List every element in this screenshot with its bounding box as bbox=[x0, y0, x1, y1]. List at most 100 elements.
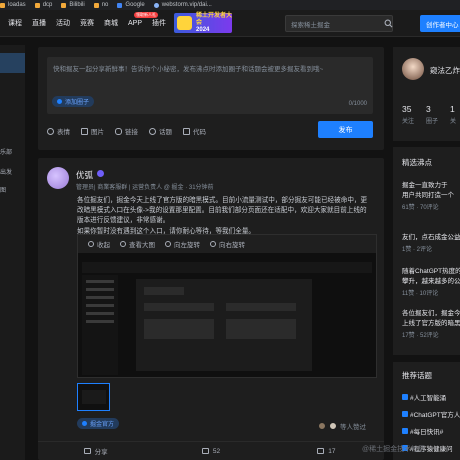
char-counter: 0/1000 bbox=[348, 101, 367, 107]
profile-stats: 35 关注 3 圈子 1关 bbox=[402, 104, 460, 125]
stat-following[interactable]: 35 关注 bbox=[402, 104, 426, 125]
google-icon bbox=[117, 2, 123, 8]
view-large-button[interactable]: 查看大图 bbox=[120, 239, 155, 249]
bookmark-1[interactable]: loadas bbox=[0, 2, 26, 8]
topic-item[interactable]: #人工智能涌 bbox=[402, 392, 446, 402]
verified-icon bbox=[97, 170, 104, 177]
topic-item[interactable]: #每日快讯# bbox=[402, 426, 443, 436]
nav-courses[interactable]: 课程 bbox=[8, 18, 22, 28]
sidebar-item-active[interactable] bbox=[0, 53, 25, 73]
post-actions: 分享 52 17 bbox=[38, 441, 384, 460]
compose-textarea[interactable]: 快和掘友一起分享新鲜事！告诉你个小秘密，发布沸点时添加圈子和话题会被更多掘友看到… bbox=[47, 57, 373, 114]
stat-followers[interactable]: 1关 bbox=[450, 104, 460, 125]
image-button[interactable]: 图片 bbox=[81, 126, 104, 136]
nav-app[interactable]: APP 领取新人礼 bbox=[128, 11, 158, 27]
featured-pins: 精选沸点 掘金一直致力于 用户共同打造一个 61赞 · 70评论 友们，点石成金… bbox=[393, 147, 460, 355]
avatar[interactable] bbox=[47, 167, 69, 189]
featured-pin-item[interactable]: 掘金一直致力于 用户共同打造一个 61赞 · 70评论 bbox=[402, 181, 460, 211]
image-viewer-toolbar: 收起 查看大图 向左旋转 向右旋转 bbox=[78, 235, 376, 253]
comment-button[interactable]: 52 bbox=[153, 442, 268, 460]
topic-button[interactable]: 话题 bbox=[149, 126, 172, 136]
circle-icon bbox=[57, 99, 62, 104]
profile-name[interactable]: 窥法乙炸 bbox=[430, 65, 460, 76]
circle-icon bbox=[82, 421, 87, 426]
featured-pins-title: 精选沸点 bbox=[402, 158, 432, 167]
topic-item[interactable]: #ChatGPT官方人 bbox=[402, 409, 460, 419]
stat-circles[interactable]: 3 圈子 bbox=[426, 104, 450, 125]
folder-icon bbox=[34, 2, 40, 8]
sidebar-item-label[interactable]: 出发 bbox=[0, 167, 12, 176]
nav-contests[interactable]: 竞赛 bbox=[80, 18, 94, 28]
share-icon bbox=[83, 448, 91, 454]
author-name[interactable]: 优弧 bbox=[76, 169, 93, 181]
profile-card: 窥法乙炸 35 关注 3 圈子 1关 bbox=[393, 47, 460, 141]
post-body: 各位掘友们，掘金今天上线了官方版的暗黑模式。目前小流量测试中，部分掘友可能已经被… bbox=[77, 197, 368, 235]
rotate-left-button[interactable]: 向左旋转 bbox=[165, 239, 200, 249]
folder-icon bbox=[61, 2, 67, 8]
rotate-right-icon bbox=[210, 241, 216, 247]
link-button[interactable]: 链接 bbox=[115, 126, 138, 136]
pin-post: 优弧 管理员| 商業客服群 | 运营负责人 @ 掘金 · 31分钟前 各位掘友们… bbox=[38, 158, 384, 460]
banner-image bbox=[177, 16, 193, 30]
author-meta: 管理员| 商業客服群 | 运营负责人 @ 掘金 · 31分钟前 bbox=[76, 185, 214, 191]
watermark: @稀土掘金技术社区 bbox=[362, 446, 426, 453]
image-icon bbox=[81, 127, 88, 135]
emoji-button[interactable]: 表情 bbox=[47, 126, 70, 136]
featured-pin-item[interactable]: 友们，点石成金公益 1赞 · 2评论 bbox=[402, 233, 460, 253]
screenshot-header bbox=[82, 262, 372, 273]
post-image-viewer[interactable]: 收起 查看大图 向左旋转 向右旋转 bbox=[77, 234, 377, 378]
add-circle-button[interactable]: 添加圈子 bbox=[52, 96, 95, 107]
collapse-icon bbox=[88, 241, 94, 247]
sidebar-item-label[interactable]: 乐部 bbox=[0, 147, 12, 156]
zoom-icon bbox=[120, 241, 126, 247]
compose-placeholder: 快和掘友一起分享新鲜事！告诉你个小秘密，发布沸点时添加圈子和话题会被更多掘友看到… bbox=[53, 66, 324, 73]
rotate-left-icon bbox=[165, 241, 171, 247]
left-sidebar: 乐部 出发 图 bbox=[0, 45, 25, 460]
creator-center-button[interactable]: 创作者中心 bbox=[420, 15, 460, 32]
link-icon bbox=[115, 127, 122, 135]
app-badge: 领取新人礼 bbox=[134, 11, 158, 18]
publish-button[interactable]: 发布 bbox=[318, 121, 373, 138]
liker-avatar bbox=[329, 422, 337, 430]
bookmark-4[interactable]: no bbox=[93, 2, 108, 8]
bookmark-6[interactable]: webstorm.vip/dai... bbox=[153, 2, 212, 8]
folder-icon bbox=[93, 2, 99, 8]
emoji-icon bbox=[47, 127, 54, 135]
composer-tools: 表情 图片 链接 话题 代码 bbox=[47, 126, 217, 136]
search-icon[interactable] bbox=[380, 15, 397, 32]
nav-events[interactable]: 活动 bbox=[56, 18, 70, 28]
nav-mall[interactable]: 商城 bbox=[104, 18, 118, 28]
bookmark-3[interactable]: Bilibili bbox=[61, 2, 85, 8]
conference-banner[interactable]: 稀土开发者大会 2024 bbox=[174, 13, 232, 33]
topic-icon bbox=[402, 394, 408, 400]
rotate-right-button[interactable]: 向右旋转 bbox=[210, 239, 245, 249]
collapse-button[interactable]: 收起 bbox=[88, 239, 110, 249]
share-button[interactable]: 分享 bbox=[38, 442, 153, 460]
search-input[interactable]: 探索稀土掘金 bbox=[285, 15, 393, 32]
code-button[interactable]: 代码 bbox=[183, 126, 206, 136]
code-icon bbox=[183, 127, 190, 135]
topic-icon bbox=[149, 127, 156, 135]
nav-plugins[interactable]: 插件 bbox=[152, 18, 166, 28]
likers[interactable]: 等人赞过 bbox=[314, 421, 366, 431]
sidebar-item-label[interactable]: 图 bbox=[0, 185, 6, 194]
circle-tag[interactable]: 掘金官方 bbox=[77, 418, 120, 429]
topic-icon bbox=[402, 428, 408, 434]
liker-avatar bbox=[318, 422, 326, 430]
avatar[interactable] bbox=[402, 58, 424, 80]
screenshot-settings-panel bbox=[136, 279, 312, 371]
image-thumbnail[interactable] bbox=[77, 383, 110, 411]
topic-icon bbox=[402, 411, 408, 417]
globe-icon bbox=[153, 2, 159, 8]
recommended-topics-title: 推荐话题 bbox=[402, 371, 432, 380]
bookmarks-bar: loadas dcp Bilibili no Google webstorm.v… bbox=[0, 0, 460, 10]
folder-icon bbox=[0, 2, 5, 8]
like-icon bbox=[317, 448, 325, 454]
nav-live[interactable]: 直播 bbox=[32, 18, 46, 28]
featured-pin-item[interactable]: 随着ChatGPT热度的 攀升，越来越多的公 11赞 · 10评论 bbox=[402, 267, 460, 297]
top-nav: 课程 直播 活动 竞赛 商城 APP 领取新人礼 插件 稀土开发者大会 2024 … bbox=[0, 10, 460, 37]
bookmark-5[interactable]: Google bbox=[117, 2, 145, 8]
comment-icon bbox=[201, 448, 209, 454]
featured-pin-item[interactable]: 各位掘友们，掘金今 上线了官方版的暗黑 17赞 · 52评论 bbox=[402, 309, 460, 339]
bookmark-2[interactable]: dcp bbox=[34, 2, 52, 8]
